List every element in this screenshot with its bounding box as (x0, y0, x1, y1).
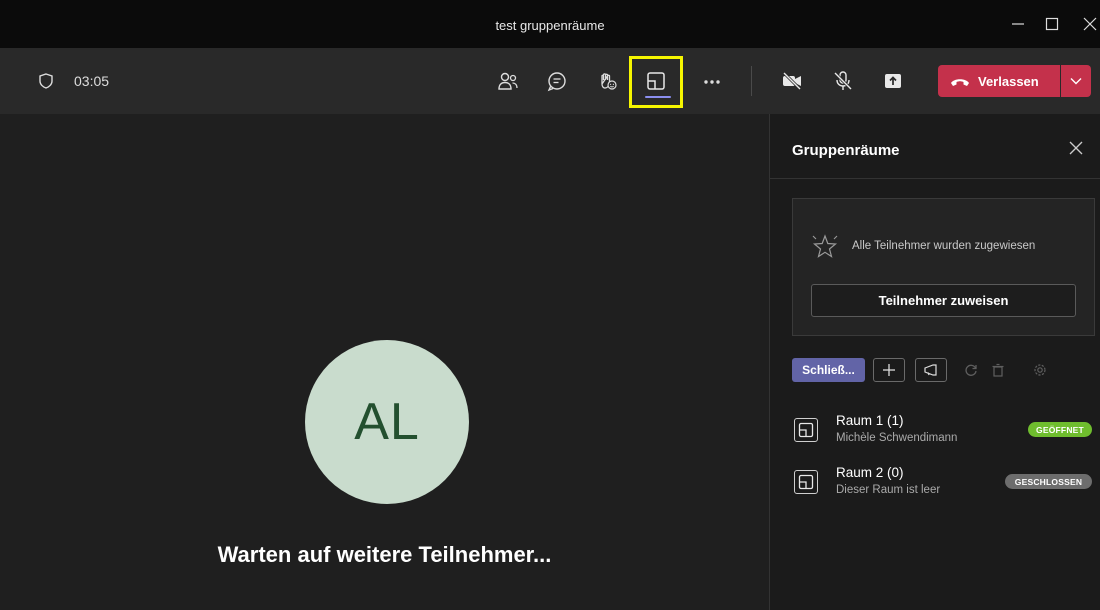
more-icon[interactable] (698, 67, 726, 95)
shield-icon[interactable] (32, 67, 60, 95)
list-item[interactable]: Raum 1 (1) Michèle Schwendimann GEÖFFNET (792, 412, 1095, 452)
active-tab-indicator (645, 96, 671, 98)
meeting-timer: 03:05 (74, 73, 110, 89)
close-icon (1069, 141, 1083, 155)
chevron-down-icon (1070, 78, 1082, 85)
breakout-room-icon (794, 470, 818, 494)
leave-button[interactable]: Verlassen (938, 65, 1060, 97)
delete-icon[interactable] (988, 360, 1008, 380)
camera-off-icon[interactable] (778, 67, 806, 95)
breakout-rooms-icon[interactable] (642, 67, 670, 95)
chat-icon[interactable] (543, 67, 571, 95)
panel-title: Gruppenräume (792, 142, 900, 159)
status-badge: GESCHLOSSEN (1005, 474, 1092, 489)
announcement-button[interactable] (915, 358, 947, 382)
participants-icon[interactable] (494, 67, 522, 95)
close-window-button[interactable] (1078, 12, 1100, 36)
recreate-rooms-icon[interactable] (961, 360, 981, 380)
megaphone-icon (924, 364, 937, 376)
raise-hand-icon[interactable] (593, 67, 621, 95)
add-room-button[interactable] (873, 358, 905, 382)
assignment-status: Alle Teilnehmer wurden zugewiesen (852, 240, 1036, 252)
avatar: AL (305, 340, 469, 504)
close-icon (1083, 17, 1097, 31)
breakout-rooms-panel: Gruppenräume Alle Teilnehmer wurden zuge… (769, 114, 1100, 610)
assign-participants-button[interactable]: Teilnehmer zuweisen (811, 284, 1076, 317)
status-badge: GEÖFFNET (1028, 422, 1092, 437)
assignment-card: Alle Teilnehmer wurden zugewiesen Teilne… (792, 198, 1095, 336)
panel-divider (770, 178, 1100, 179)
leave-label: Verlassen (978, 73, 1039, 89)
toolbar-separator (751, 66, 752, 96)
room-name: Raum 1 (1) (836, 413, 904, 428)
waiting-message: Warten auf weitere Teilnehmer... (217, 542, 552, 567)
room-participants: Dieser Raum ist leer (836, 484, 941, 496)
share-icon[interactable] (879, 67, 907, 95)
meeting-stage: AL Warten auf weitere Teilnehmer... (0, 114, 769, 610)
leave-options-button[interactable] (1061, 65, 1091, 97)
room-name: Raum 2 (0) (836, 465, 904, 480)
close-panel-button[interactable] (1066, 138, 1086, 158)
title-bar: test gruppenräume (0, 0, 1100, 48)
gear-icon[interactable] (1030, 360, 1050, 380)
maximize-icon (1045, 17, 1059, 31)
minimize-button[interactable] (1006, 12, 1030, 36)
meeting-toolbar: 03:05 Verlassen (0, 48, 1100, 114)
room-participants: Michèle Schwendimann (836, 432, 958, 444)
list-item[interactable]: Raum 2 (0) Dieser Raum ist leer GESCHLOS… (792, 464, 1095, 504)
phone-icon (951, 79, 969, 86)
minimize-icon (1012, 23, 1024, 25)
mic-off-icon[interactable] (829, 67, 857, 95)
room-actions: Schließ... (792, 358, 1092, 382)
breakout-room-icon (794, 418, 818, 442)
maximize-button[interactable] (1040, 12, 1064, 36)
window-title: test gruppenräume (495, 18, 605, 33)
close-rooms-button[interactable]: Schließ... (792, 358, 865, 382)
sparkle-star-icon (812, 234, 838, 258)
plus-icon (883, 364, 895, 376)
